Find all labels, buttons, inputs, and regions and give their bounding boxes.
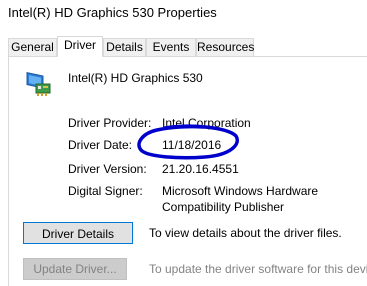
driver-provider-value: Intel Corporation xyxy=(162,116,251,130)
driver-provider-label: Driver Provider: xyxy=(68,116,152,130)
driver-details-button-label: Driver Details xyxy=(25,224,131,242)
tab-bar: General Driver Details Events Resources xyxy=(8,36,367,57)
driver-date-label: Driver Date: xyxy=(68,138,133,152)
tab-events[interactable]: Events xyxy=(146,38,196,56)
driver-date-value: 11/18/2016 xyxy=(162,138,222,152)
tab-driver[interactable]: Driver xyxy=(57,36,103,57)
tab-general[interactable]: General xyxy=(8,38,57,56)
device-name: Intel(R) HD Graphics 530 xyxy=(68,71,203,85)
tab-resources[interactable]: Resources xyxy=(196,38,254,56)
update-driver-button[interactable]: Update Driver... xyxy=(23,258,127,280)
display-adapter-icon xyxy=(26,72,51,96)
driver-details-button[interactable]: Driver Details xyxy=(23,222,133,244)
digital-signer-label: Digital Signer: xyxy=(68,184,143,198)
driver-version-label: Driver Version: xyxy=(68,162,147,176)
digital-signer-value: Microsoft Windows Hardware Compatibility… xyxy=(162,184,319,214)
driver-version-value: 21.20.16.4551 xyxy=(162,162,239,176)
tab-details[interactable]: Details xyxy=(103,38,146,56)
window-title: Intel(R) HD Graphics 530 Properties xyxy=(8,5,217,20)
update-driver-description: To update the driver software for this d… xyxy=(149,262,367,276)
driver-details-description: To view details about the driver files. xyxy=(149,226,342,240)
